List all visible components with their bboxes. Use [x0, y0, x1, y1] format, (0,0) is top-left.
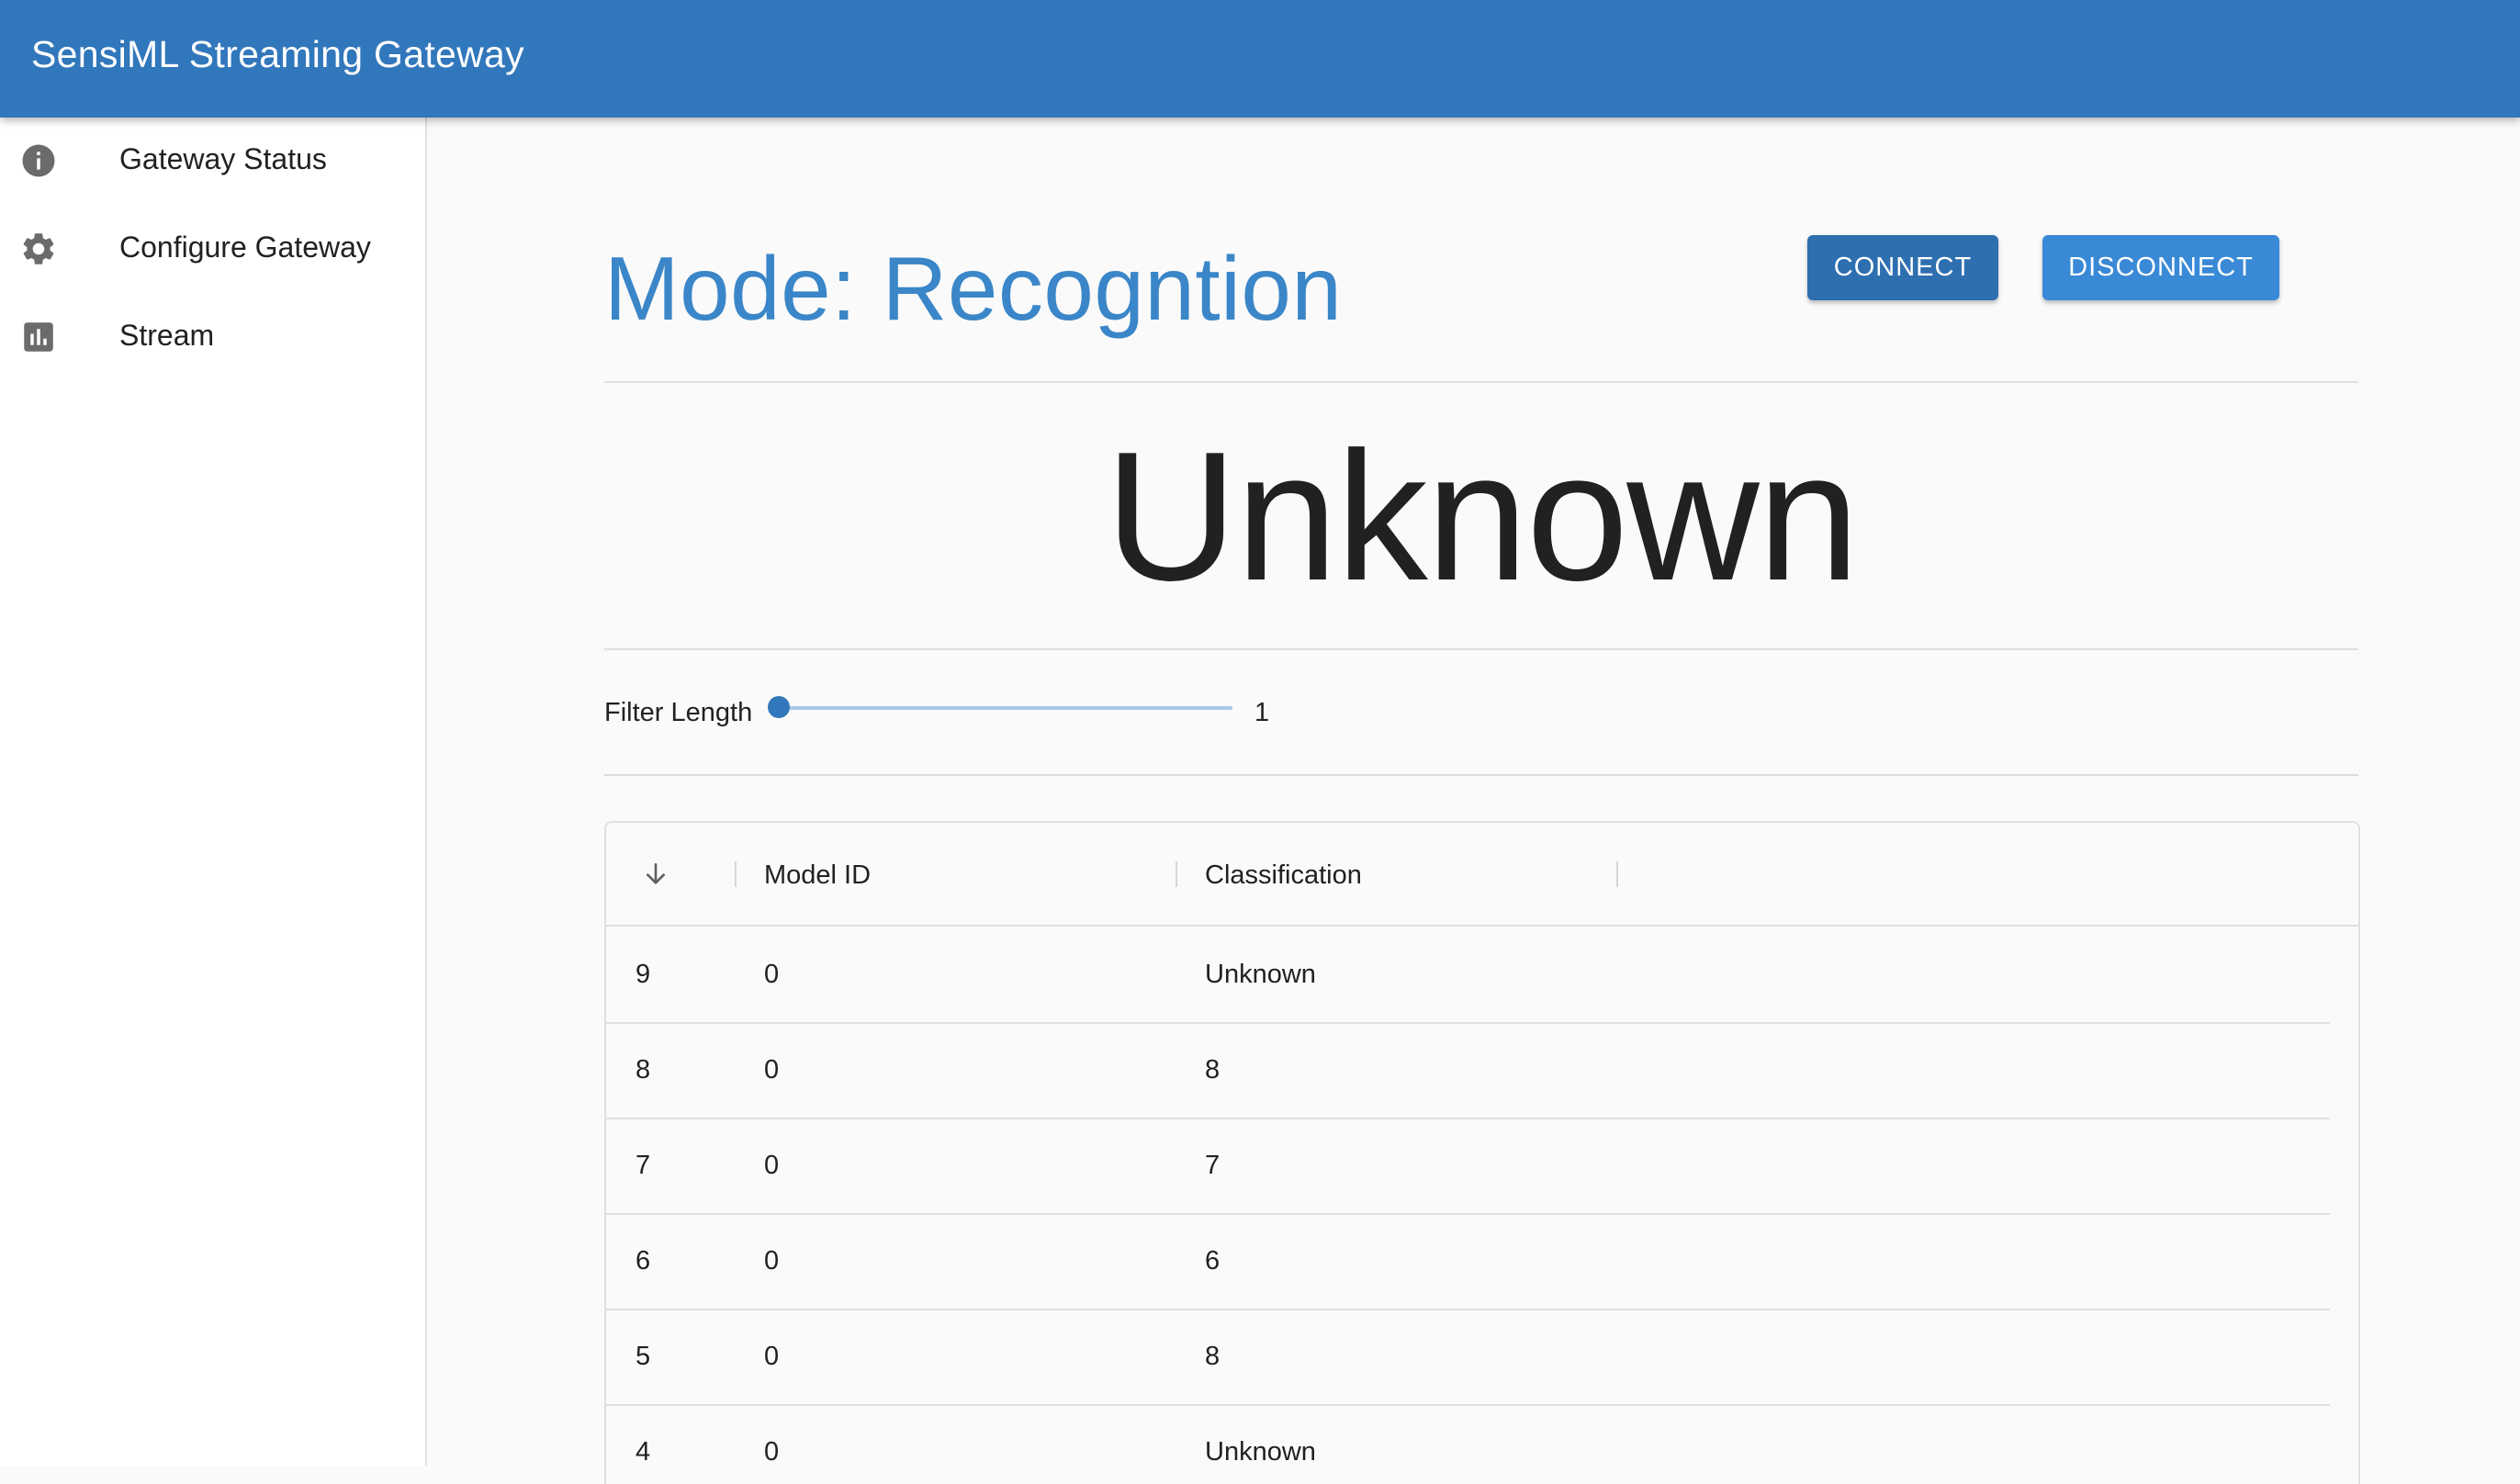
- row-model-id: 0: [764, 1151, 780, 1180]
- classification-result: Unknown: [1105, 414, 1860, 619]
- row-index: 6: [636, 1246, 651, 1276]
- row-classification: 6: [1205, 1246, 1221, 1276]
- disconnect-button[interactable]: DISCONNECT: [2042, 235, 2279, 300]
- row-model-id: 0: [764, 1437, 780, 1467]
- sidebar: Gateway Status Configure Gateway Stream: [0, 118, 427, 1466]
- divider: [604, 648, 2358, 650]
- column-header-model-id[interactable]: Model ID: [737, 823, 1176, 925]
- sidebar-item-label: Stream: [119, 319, 215, 352]
- row-index: 9: [636, 960, 651, 989]
- mode-title: Mode: Recogntion: [604, 238, 1343, 339]
- arrow-down-icon: [647, 863, 665, 884]
- row-classification: Unknown: [1205, 960, 1316, 989]
- bar-chart-icon: [24, 322, 53, 352]
- sidebar-item-label: Configure Gateway: [119, 230, 371, 264]
- divider: [604, 381, 2358, 383]
- gear-icon: [23, 233, 54, 264]
- row-index: 7: [636, 1151, 651, 1180]
- sort-column-header[interactable]: [606, 823, 735, 925]
- filter-length-label: Filter Length: [604, 698, 753, 727]
- column-header-label: Classification: [1205, 860, 1362, 890]
- row-classification: Unknown: [1205, 1437, 1316, 1467]
- sidebar-item-configure-gateway[interactable]: Configure Gateway: [0, 206, 425, 294]
- app-bar: SensiML Streaming Gateway: [0, 0, 2520, 118]
- row-model-id: 0: [764, 1055, 780, 1085]
- sidebar-item-label: Gateway Status: [119, 142, 327, 175]
- slider-thumb[interactable]: [768, 696, 790, 718]
- table-row[interactable]: 9 0 Unknown: [606, 927, 2330, 1024]
- row-classification: 8: [1205, 1342, 1221, 1371]
- row-model-id: 0: [764, 1246, 780, 1276]
- table-header: Model ID Classification: [606, 823, 2358, 927]
- app-title: SensiML Streaming Gateway: [31, 33, 524, 75]
- filter-length-value: 1: [1254, 698, 1270, 727]
- row-index: 5: [636, 1342, 651, 1371]
- column-header-label: Model ID: [764, 860, 872, 890]
- table-row[interactable]: 8 0 8: [606, 1022, 2330, 1119]
- row-classification: 8: [1205, 1055, 1221, 1085]
- row-classification: 7: [1205, 1151, 1221, 1180]
- table-row[interactable]: 4 0 Unknown: [606, 1404, 2330, 1484]
- table-row[interactable]: 6 0 6: [606, 1213, 2330, 1310]
- row-index: 8: [636, 1055, 651, 1085]
- sidebar-item-stream[interactable]: Stream: [0, 294, 425, 382]
- sidebar-item-gateway-status[interactable]: Gateway Status: [0, 118, 425, 206]
- table-row[interactable]: 7 0 7: [606, 1118, 2330, 1215]
- connect-button[interactable]: CONNECT: [1807, 235, 1998, 300]
- row-index: 4: [636, 1437, 651, 1467]
- filter-length-slider[interactable]: [773, 706, 1232, 710]
- divider: [604, 774, 2358, 776]
- classification-table: Model ID Classification 9 0 Unknown 8 0 …: [604, 821, 2360, 1484]
- row-model-id: 0: [764, 960, 780, 989]
- row-model-id: 0: [764, 1342, 780, 1371]
- column-separator[interactable]: [1616, 861, 1618, 887]
- main-content: Mode: Recogntion CONNECT DISCONNECT Unkn…: [427, 118, 2520, 1484]
- column-header-classification[interactable]: Classification: [1177, 823, 1616, 925]
- table-row[interactable]: 5 0 8: [606, 1309, 2330, 1406]
- info-icon: [22, 144, 55, 177]
